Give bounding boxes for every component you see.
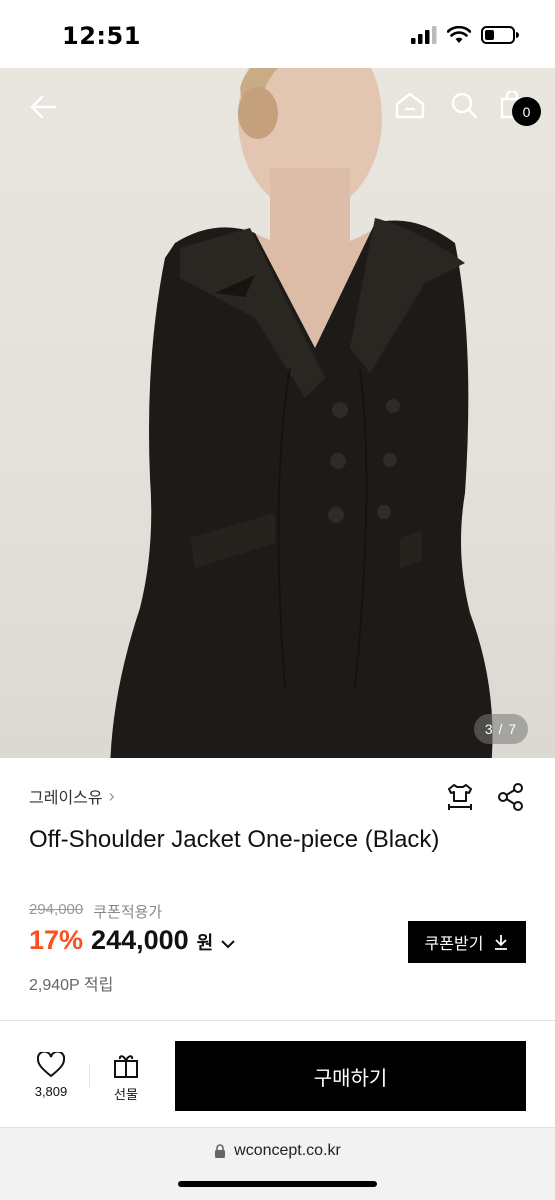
home-indicator	[178, 1181, 377, 1187]
gift-button[interactable]: 선물	[96, 1052, 156, 1103]
price-row[interactable]: 17% 244,000 원	[29, 925, 235, 956]
signal-icon	[411, 26, 437, 44]
like-button[interactable]: 3,809	[21, 1052, 81, 1099]
product-name: Off-Shoulder Jacket One-piece (Black)	[29, 826, 440, 853]
back-arrow-icon	[30, 95, 57, 119]
home-icon	[395, 92, 425, 119]
original-price-row: 294,000 쿠폰적용가	[29, 901, 162, 922]
divider	[0, 1020, 555, 1021]
reward-points: 2,940P 적립	[29, 977, 114, 994]
sale-price: 244,000	[91, 925, 189, 955]
buy-button[interactable]: 구매하기	[175, 1041, 526, 1111]
home-button[interactable]	[393, 88, 427, 122]
status-bar: 12:51	[0, 0, 555, 68]
brand-link[interactable]: 그레이스유 ›	[29, 784, 115, 808]
currency-unit: 원	[196, 933, 214, 953]
get-coupon-label: 쿠폰받기	[424, 936, 484, 953]
discount-rate: 17%	[29, 925, 84, 955]
back-button[interactable]	[26, 90, 60, 124]
action-separator	[89, 1064, 90, 1088]
url-bar[interactable]: wconcept.co.kr	[0, 1142, 555, 1160]
lock-icon	[215, 1144, 226, 1158]
browser-footer	[0, 1127, 555, 1200]
download-icon	[495, 935, 508, 950]
share-icon[interactable]	[497, 782, 525, 812]
original-price: 294,000	[29, 901, 84, 918]
search-icon	[451, 92, 478, 119]
heart-icon	[37, 1052, 65, 1078]
status-time: 12:51	[62, 22, 141, 50]
chevron-down-icon	[221, 940, 235, 949]
product-image[interactable]	[0, 68, 555, 758]
chevron-right-icon: ›	[108, 785, 115, 806]
brand-name: 그레이스유	[29, 790, 103, 807]
product-photo	[110, 68, 493, 758]
gift-icon	[114, 1055, 138, 1078]
battery-icon	[481, 26, 519, 44]
info-icons	[445, 782, 525, 812]
wifi-icon	[447, 26, 471, 43]
get-coupon-button[interactable]: 쿠폰받기	[408, 921, 526, 963]
coupon-applied-note: 쿠폰적용가	[93, 904, 163, 921]
search-button[interactable]	[447, 88, 481, 122]
cart-count-badge: 0	[512, 97, 541, 126]
size-guide-icon[interactable]	[445, 782, 475, 812]
status-icons	[411, 26, 519, 44]
image-counter: 3 / 7	[474, 714, 528, 744]
gift-label: 선물	[114, 1087, 138, 1102]
like-count: 3,809	[34, 1084, 68, 1099]
url-text: wconcept.co.kr	[234, 1142, 341, 1159]
